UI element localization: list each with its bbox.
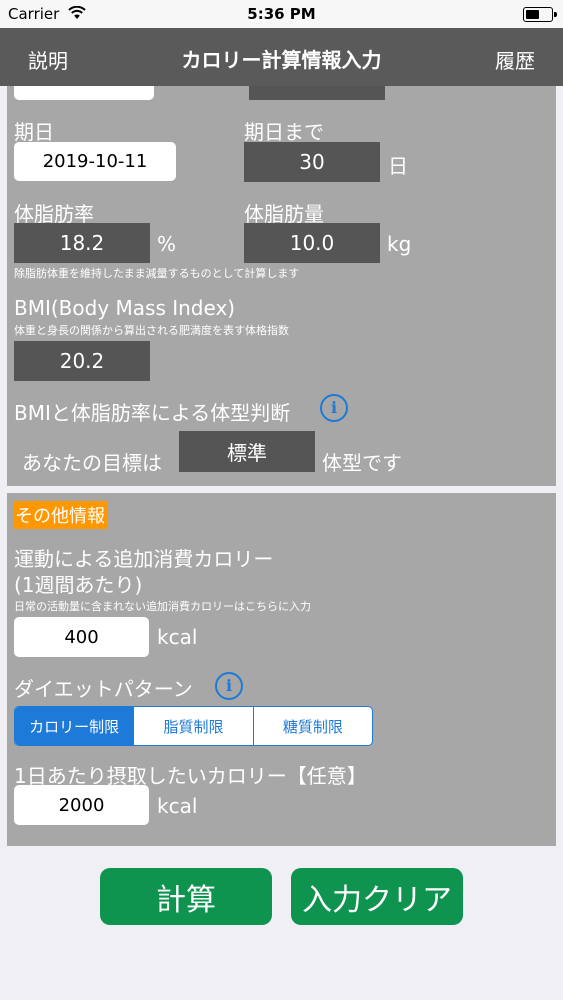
exercise-label-period: (1週間あたり) [14,573,143,597]
weight-field-partial[interactable] [14,86,154,100]
bodyfat-rate-unit: % [157,232,177,256]
bodyfat-note: 除脂肪体重を維持したまま減量するものとして計算します [14,267,300,280]
bmi-label: BMI(Body Mass Index) [14,296,236,320]
date-field[interactable]: 2019-10-11 [14,142,176,181]
goal-body-type-field[interactable]: 標準 [179,431,315,472]
clock: 5:36 PM [247,5,316,23]
battery-icon [523,7,557,22]
intake-unit: kcal [157,794,198,818]
page-title: カロリー計算情報入力 [181,48,382,72]
segment-fat[interactable]: 脂質制限 [133,707,252,745]
exercise-note: 日常の活動量に含まれない追加消費カロリーはこちらに入力 [14,600,311,613]
body-type-judge-label: BMIと体脂肪率による体型判断 [14,401,291,425]
info-icon[interactable]: i [215,672,243,700]
segment-calorie[interactable]: カロリー制限 [15,707,134,745]
exercise-unit: kcal [157,625,198,649]
exercise-label: 運動による追加消費カロリー [14,547,274,571]
diet-pattern-segmented-control: カロリー制限 脂質制限 糖質制限 [14,706,373,746]
intake-calorie-field[interactable]: 2000 [14,785,149,825]
exercise-calorie-field[interactable]: 400 [14,617,149,657]
history-button[interactable]: 履歴 [495,45,535,74]
days-until-label: 期日まで [244,120,324,144]
segment-carb[interactable]: 糖質制限 [252,707,372,745]
days-field[interactable]: 30 [244,142,380,182]
date-label: 期日 [14,120,54,144]
navigation-bar: 説明 カロリー計算情報入力 履歴 [0,28,563,86]
bmi-field: 20.2 [14,341,150,381]
bodyfat-mass-field: 10.0 [244,223,380,263]
other-info-header: その他情報 [13,501,107,529]
calculate-button[interactable]: 計算 [100,868,272,925]
status-bar: Carrier 5:36 PM [0,0,563,28]
target-weight-field-partial[interactable] [249,86,385,100]
diet-pattern-label: ダイエットパターン [14,677,193,701]
goal-suffix: 体型です [322,451,402,475]
goal-prefix: あなたの目標は [22,451,162,475]
days-unit: 日 [388,154,408,178]
clear-input-button[interactable]: 入力クリア [291,868,463,925]
bodyfat-mass-unit: kg [387,232,412,256]
bodyfat-rate-field[interactable]: 18.2 [14,223,150,263]
info-icon[interactable]: i [320,394,348,422]
bmi-note: 体重と身長の関係から算出される肥満度を表す体格指数 [14,324,289,337]
